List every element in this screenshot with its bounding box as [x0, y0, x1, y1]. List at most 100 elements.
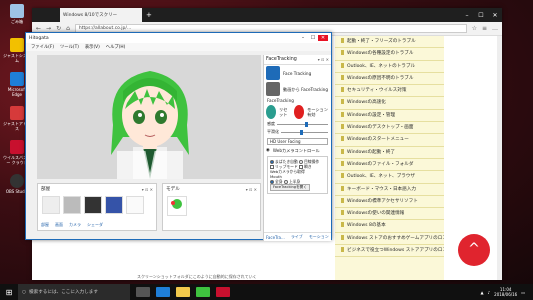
model-panel-title: モデル: [166, 187, 180, 192]
parts-thumb[interactable]: [84, 196, 102, 214]
close-icon[interactable]: ✕: [488, 12, 502, 19]
parts-thumb[interactable]: [105, 196, 123, 214]
parts-thumb[interactable]: [42, 196, 60, 214]
back-icon[interactable]: ←: [36, 25, 41, 32]
search-icon: ○: [22, 289, 27, 295]
tab-motion[interactable]: モーション: [309, 234, 329, 240]
sidebar-link[interactable]: Windowsの設定・管理: [335, 110, 444, 123]
title-bar: Hitogata – ☐ ✕: [26, 33, 331, 43]
menu-bar: ファイル(F) ツール(T) 表示(V) ヘルプ(H): [26, 43, 331, 51]
sidebar-link[interactable]: Windowsの原因不明のトラブル: [335, 73, 444, 86]
menu-view[interactable]: 表示(V): [85, 44, 100, 50]
category-sidebar: 起動・終了・フリーズのトラブル Windowsの各種設定のトラブル Outlook、…: [335, 36, 444, 280]
app-taskbar-icon[interactable]: [216, 287, 230, 297]
sidebar-link[interactable]: Windowsのスタートメニュー: [335, 134, 444, 147]
sidebar-link[interactable]: Windows 8の基本: [335, 220, 444, 233]
recycle-bin-icon[interactable]: ごみ箱: [3, 4, 31, 24]
sidebar-link[interactable]: 起動・終了・フリーズのトラブル: [335, 36, 444, 49]
clock[interactable]: 11:04 2018/06/16: [494, 287, 517, 297]
avatar-character: [111, 71, 189, 179]
hitogata-taskbar-icon[interactable]: [196, 287, 210, 297]
sidebar-link[interactable]: Outlook、IE、ネット、ブラウザ: [335, 171, 444, 184]
notification-icon[interactable]: ▭: [521, 290, 525, 295]
scroll-top-button[interactable]: ^: [458, 234, 490, 266]
open-facetracking-button[interactable]: FaceTrackingを開く: [270, 184, 310, 191]
parts-panel: 部屋 ▾ ⊡ ✕ 部屋 画面 カメラ シェーダ: [37, 183, 157, 231]
favorite-icon[interactable]: ☆: [472, 25, 477, 32]
video-icon: [266, 82, 280, 96]
browser-tab[interactable]: Windows 8/10でスクリー: [60, 8, 142, 22]
explorer-taskbar-icon[interactable]: [176, 287, 190, 297]
page-caption: スクリーンショットフォルダにこのように自動的に保存されていく: [137, 274, 257, 279]
reset-icon[interactable]: [266, 105, 277, 119]
tab-screen[interactable]: 画面: [55, 222, 63, 228]
webcam-control-button[interactable]: ◉ Webカメラコントロール: [264, 147, 331, 154]
sidebar-link[interactable]: Outlook、IE、ネットのトラブル: [335, 61, 444, 73]
tab-live[interactable]: ライブ: [291, 234, 303, 240]
motion-label: モーション 有効: [307, 107, 328, 117]
close-icon[interactable]: ✕: [318, 35, 328, 41]
window-controls: – ☐ ✕: [460, 12, 502, 19]
task-view-icon[interactable]: [136, 287, 150, 297]
forward-icon[interactable]: →: [46, 25, 51, 32]
more-icon[interactable]: …: [492, 25, 498, 32]
camera-select[interactable]: HD User Facing: [267, 138, 328, 145]
avatar-stage[interactable]: [37, 55, 261, 179]
edge-taskbar-icon[interactable]: [156, 287, 170, 297]
facetracking-panel: FaceTracking ▾ ⊡ ✕ Face Tracking 動画から Fac…: [263, 55, 331, 241]
maximize-icon[interactable]: ☐: [308, 35, 318, 41]
sidebar-link[interactable]: ビジネスで役立つWindows ストアアプリのロコミ: [335, 245, 444, 258]
taskbar: ⊞ ○ 検索するには、ここに入力します ▲ ♪ 11:04 2018/06/16…: [0, 284, 533, 300]
tab-camera[interactable]: カメラ: [69, 222, 81, 228]
maximize-icon[interactable]: ☐: [474, 12, 488, 19]
desktop-icon-label: ごみ箱: [11, 19, 23, 24]
sidebar-link[interactable]: Windowsの標準アクセサリソフト: [335, 196, 444, 209]
tab-shader[interactable]: シェーダ: [87, 222, 103, 228]
sidebar-link[interactable]: Windowsのファイル・フォルダ: [335, 159, 444, 172]
browser-tab-bar: Windows 8/10でスクリー + – ☐ ✕: [32, 8, 502, 22]
face-tracking-button[interactable]: Face Tracking: [264, 65, 331, 81]
sidebar-link[interactable]: キーボード・マウス・日本語入力: [335, 184, 444, 196]
sidebar-link[interactable]: Windowsの各種設定のトラブル: [335, 48, 444, 61]
options-group: まばたき自動 目線操作 リップモード 瞬き Webカメラから取得 Mouth 全…: [267, 156, 328, 194]
sidebar-link[interactable]: Windowsのデスクトップ・画面: [335, 122, 444, 135]
panel-controls-icon[interactable]: ▾ ⊡ ✕: [318, 57, 331, 62]
sensitivity-slider[interactable]: 感度: [264, 120, 331, 128]
home-icon[interactable]: ⌂: [66, 25, 70, 32]
desktop-icon-label: Microsoft Edge: [7, 87, 27, 97]
tab-room[interactable]: 部屋: [41, 222, 49, 228]
sidebar-link[interactable]: セキュリティ・ウイルス対策: [335, 85, 444, 98]
sidebar-link[interactable]: Windowsの使いの関連情報: [335, 208, 444, 221]
motion-icon[interactable]: [294, 105, 305, 119]
sidebar-link[interactable]: Windowsの起動・終了: [335, 147, 444, 159]
menu-file[interactable]: ファイル(F): [31, 44, 54, 50]
panel-controls-icon[interactable]: ▾ ⊡ ✕: [246, 187, 257, 192]
tab-facetracking[interactable]: FaceTra...: [266, 235, 285, 240]
parts-thumb[interactable]: [63, 196, 81, 214]
model-avatar-icon: [171, 199, 182, 209]
minimize-icon[interactable]: –: [460, 12, 474, 19]
network-icon[interactable]: ▲: [481, 290, 484, 295]
hub-icon[interactable]: ≡: [482, 25, 487, 32]
panel-controls-icon[interactable]: ▾ ⊡ ✕: [142, 187, 153, 192]
taskbar-search[interactable]: ○ 検索するには、ここに入力します: [18, 284, 130, 300]
volume-icon[interactable]: ♪: [488, 290, 491, 295]
windows-start-icon[interactable]: ⊞: [0, 288, 18, 297]
model-thumb[interactable]: [167, 196, 187, 216]
window-title: Hitogata: [29, 35, 49, 41]
system-tray: ▲ ♪ 11:04 2018/06/16 ▭: [481, 287, 533, 297]
face-tracking-icon: [266, 66, 280, 80]
parts-panel-title: 部屋: [41, 187, 51, 192]
model-panel: モデル ▾ ⊡ ✕: [162, 183, 261, 231]
video-tracking-button[interactable]: 動画から FaceTracking: [264, 81, 331, 97]
menu-help[interactable]: ヘルプ(H): [106, 44, 125, 50]
parts-thumb[interactable]: [126, 196, 144, 214]
refresh-icon[interactable]: ↻: [56, 25, 61, 32]
new-tab-button[interactable]: +: [146, 11, 152, 19]
sidebar-link[interactable]: Windowsの高速化: [335, 97, 444, 110]
smoothing-slider[interactable]: 平滑化: [264, 128, 331, 136]
scrollbar[interactable]: [497, 36, 502, 280]
sidebar-link[interactable]: Windows ストアのおすすめゲームアプリのロコミ: [335, 233, 444, 246]
menu-tools[interactable]: ツール(T): [60, 44, 79, 50]
minimize-icon[interactable]: –: [298, 35, 308, 41]
